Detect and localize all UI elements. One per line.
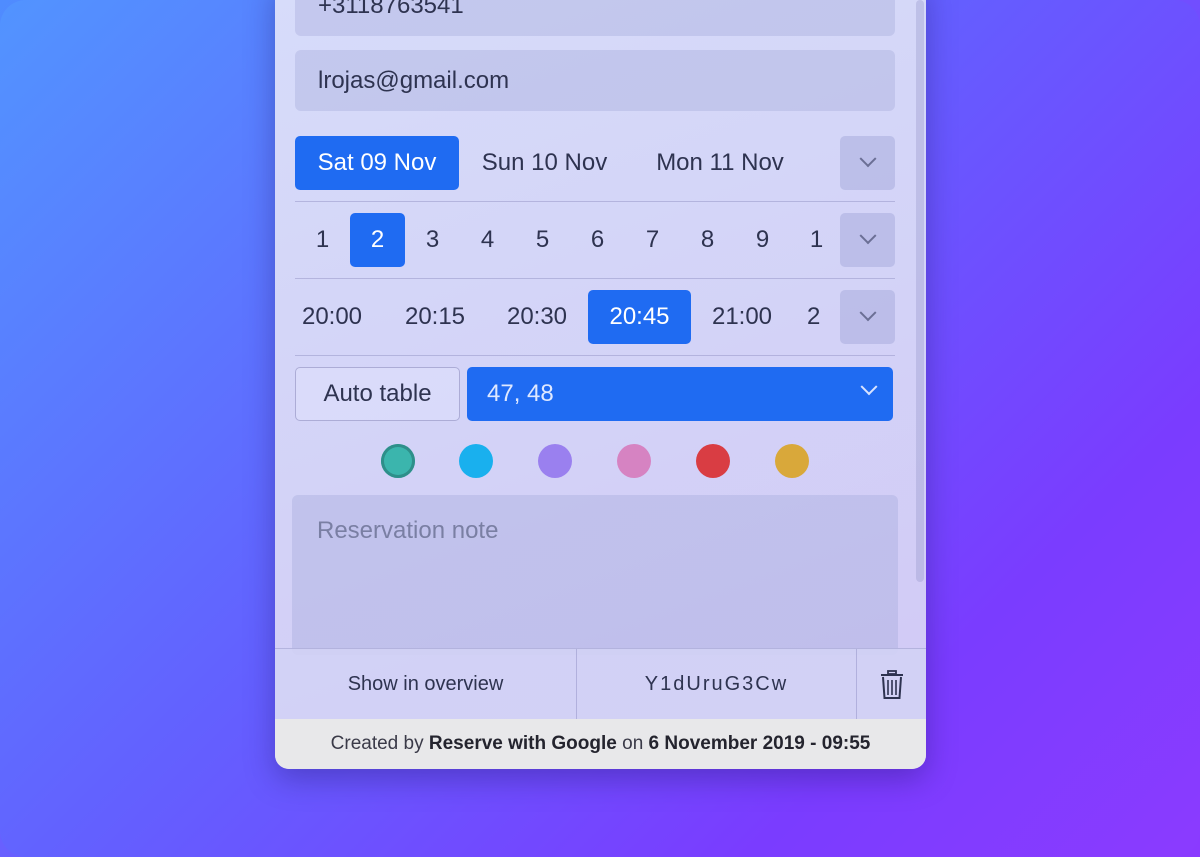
phone-value: +3118763541 [318,0,464,19]
date-label: Mon 11 Nov [656,149,784,176]
chevron-down-icon [859,150,876,168]
chevron-down-icon [859,227,876,245]
time-label: 20:15 [404,303,466,330]
guest-label: 6 [590,226,605,253]
date-dropdown-button[interactable] [840,136,895,190]
divider [295,278,895,279]
reservation-code-value: Y1dUruG3Cw [644,673,789,695]
created-source: Reserve with Google [428,733,617,754]
date-chip-sun[interactable]: Sun 10 Nov [467,136,622,190]
reservation-code[interactable]: Y1dUruG3Cw [577,649,856,720]
guest-chip[interactable]: 1 [789,213,835,267]
time-slot-strip: 20:00 20:15 20:30 20:45 21:00 21:15 [295,290,821,344]
guest-label: 1 [809,226,824,253]
scrollbar[interactable] [916,0,924,582]
reservation-panel: +3118763541 lrojas@gmail.com Sat 09 Nov … [275,0,926,769]
guest-label: 3 [425,226,440,253]
guest-chip[interactable]: 6 [570,213,625,267]
time-chip[interactable]: 21:15 [807,290,821,344]
divider [295,201,895,202]
date-chip-mon[interactable]: Mon 11 Nov [638,136,802,190]
guest-label: 1 [315,226,330,253]
created-datetime: 6 November 2019 - 09:55 [648,733,871,754]
time-label: 21:00 [711,303,773,330]
guest-chip-selected[interactable]: 2 [350,213,405,267]
table-select[interactable]: 47, 48 [467,367,893,421]
delete-button[interactable] [857,649,926,720]
guest-label: 8 [700,226,715,253]
action-bar: Show in overview Y1dUruG3Cw [275,648,926,720]
show-in-overview-button[interactable]: Show in overview [275,649,576,720]
guest-chip[interactable]: 5 [515,213,570,267]
time-dropdown-button[interactable] [840,290,895,344]
time-label: 20:30 [506,303,568,330]
guest-dropdown-button[interactable] [840,213,895,267]
chevron-down-icon [859,304,876,322]
show-in-overview-label: Show in overview [347,673,504,695]
guest-chip[interactable]: 1 [295,213,350,267]
time-label: 20:00 [301,303,363,330]
reservation-note-input[interactable]: Reservation note [292,495,898,655]
divider [295,355,895,356]
guest-label: 9 [755,226,770,253]
background: +3118763541 lrojas@gmail.com Sat 09 Nov … [0,0,1200,857]
time-chip-selected[interactable]: 20:45 [588,290,691,344]
time-chip[interactable]: 20:00 [295,290,369,344]
time-label: 21:15 [807,303,821,330]
guest-chip[interactable]: 9 [735,213,790,267]
guest-count-strip: 1 2 3 4 5 6 7 8 9 1 [295,213,835,267]
trash-icon [880,669,903,699]
note-placeholder: Reservation note [317,517,499,544]
time-chip[interactable]: 20:15 [398,290,472,344]
table-select-value: 47, 48 [487,380,554,407]
guest-label: 4 [480,226,495,253]
guest-label: 5 [535,226,550,253]
email-field[interactable]: lrojas@gmail.com [295,50,895,111]
guest-chip[interactable]: 3 [405,213,460,267]
time-label: 20:45 [609,303,670,330]
guest-label: 7 [645,226,660,253]
guest-chip[interactable]: 7 [625,213,680,267]
color-swatch-blue[interactable] [459,444,493,478]
guest-label: 2 [370,226,385,253]
auto-table-label: Auto table [323,380,432,407]
color-swatch-teal[interactable] [381,444,415,478]
time-chip[interactable]: 21:00 [705,290,779,344]
guest-chip[interactable]: 8 [680,213,735,267]
guest-chip[interactable]: 4 [460,213,515,267]
date-label: Sat 09 Nov [317,149,437,176]
created-middle: on [616,733,649,754]
color-swatch-purple[interactable] [538,444,572,478]
created-prefix: Created by [330,733,429,754]
color-swatch-pink[interactable] [617,444,651,478]
color-swatch-red[interactable] [696,444,730,478]
auto-table-button[interactable]: Auto table [295,367,460,421]
date-chip-sat[interactable]: Sat 09 Nov [295,136,459,190]
color-swatch-yellow[interactable] [775,444,809,478]
chevron-down-icon [860,378,878,396]
date-label: Sun 10 Nov [481,149,608,176]
created-by-info: Created by Reserve with Google on 6 Nove… [275,719,926,769]
time-chip[interactable]: 20:30 [500,290,574,344]
phone-field[interactable]: +3118763541 [295,0,895,36]
email-value: lrojas@gmail.com [318,66,510,94]
